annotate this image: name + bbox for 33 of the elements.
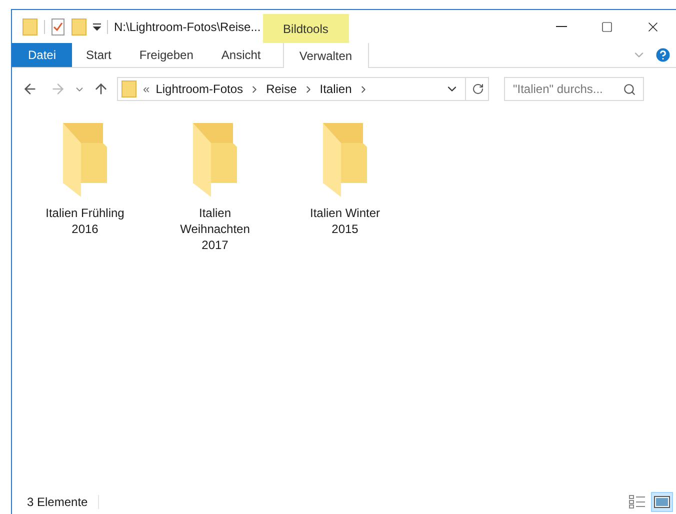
contextual-tab-group: Bildtools	[262, 14, 349, 43]
refresh-icon[interactable]	[472, 83, 484, 95]
window-title: N:\Lightroom-Fotos\Reise...	[114, 18, 261, 36]
ribbon-tab[interactable]: Ansicht	[207, 43, 275, 67]
maximize-icon	[601, 20, 613, 32]
breadcrumb-overflow[interactable]: «	[143, 80, 150, 98]
ribbon-tab[interactable]: Freigeben	[125, 43, 208, 67]
dropdown-icon[interactable]	[93, 22, 101, 30]
address-bar[interactable]: « Lightroom-Fotos Reise Italien	[117, 77, 489, 101]
folder-item[interactable]: Italien Weihnachten 2017	[158, 121, 272, 253]
folder-icon	[22, 18, 38, 36]
folder-icon	[121, 80, 137, 98]
new-folder-icon	[71, 18, 87, 36]
search-field[interactable]: "Italien" durchs...	[504, 77, 644, 101]
breadcrumb-item[interactable]: Reise	[266, 80, 297, 98]
folder-name: Italien Weihnachten 2017	[179, 205, 251, 253]
back-icon[interactable]	[22, 81, 38, 97]
item-count: 3 Elemente	[27, 494, 88, 511]
help-icon[interactable]	[654, 46, 672, 64]
breadcrumb-item[interactable]: Italien	[320, 80, 352, 98]
folder-name: Italien Winter 2015	[308, 205, 382, 237]
up-icon[interactable]	[93, 81, 109, 97]
ribbon-tab[interactable]: Datei	[12, 43, 72, 67]
large-icons-view-button[interactable]	[651, 492, 673, 512]
folder-name: Italien Frühling 2016	[44, 205, 126, 237]
search-icon[interactable]	[623, 83, 636, 96]
properties-icon[interactable]	[51, 18, 65, 36]
ribbon-tab[interactable]: Verwalten	[282, 43, 369, 68]
folder-item[interactable]: Italien Frühling 2016	[28, 121, 142, 237]
breadcrumb-item[interactable]: Lightroom-Fotos	[156, 80, 244, 98]
ribbon-tab[interactable]: Start	[72, 43, 126, 67]
minimize-icon	[556, 26, 566, 27]
folder-item[interactable]: Italien Winter 2015	[288, 121, 402, 237]
